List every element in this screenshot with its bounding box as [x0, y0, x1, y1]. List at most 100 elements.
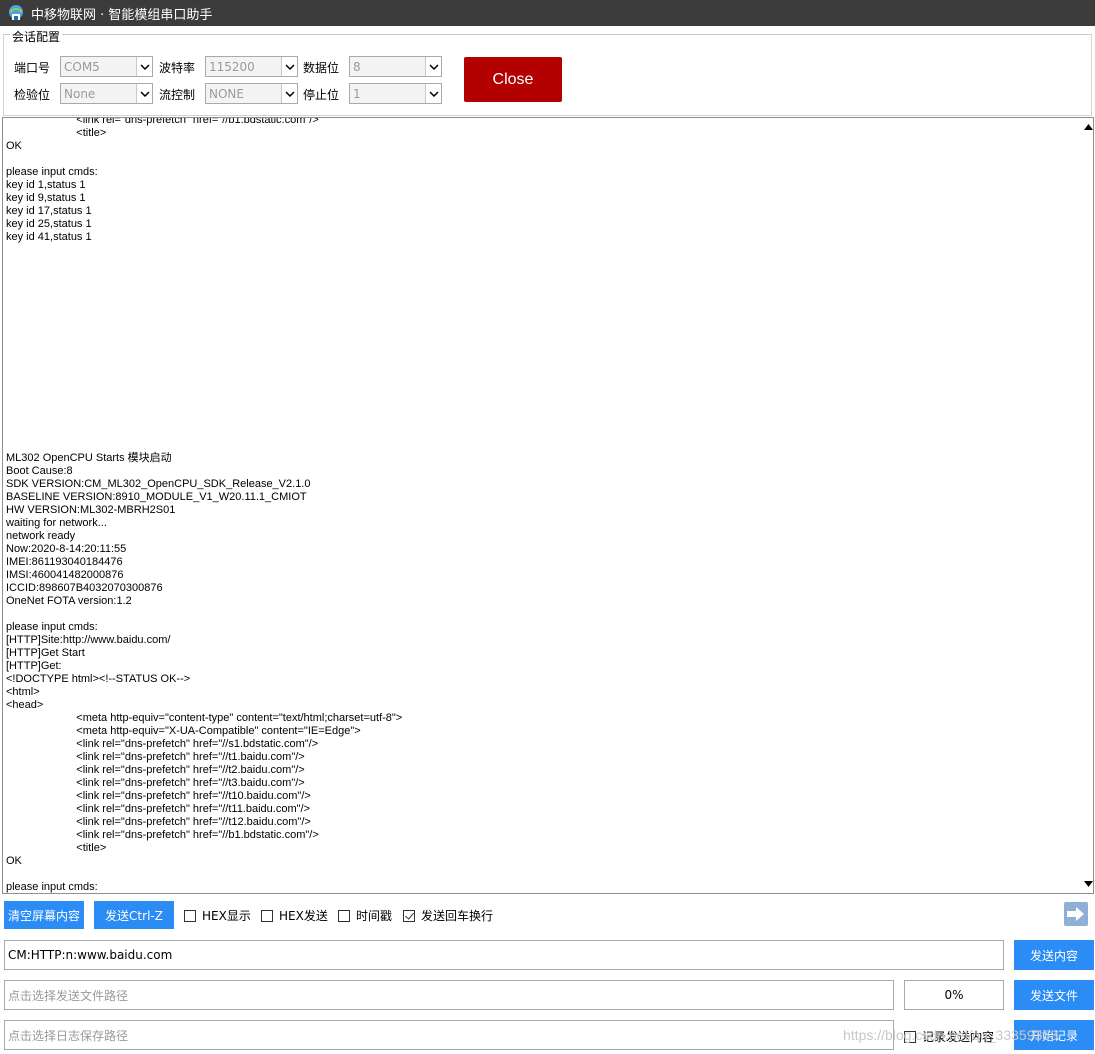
databits-value: 8 — [353, 59, 361, 74]
console-line: <link rel="dns-prefetch" href="//t12.bai… — [6, 816, 311, 828]
parity-select[interactable]: None — [60, 83, 153, 104]
console-line: <html> — [6, 686, 40, 698]
stopbits-select[interactable]: 1 — [349, 83, 442, 104]
console-line: <head> — [6, 699, 44, 711]
console-line: <link rel="dns-prefetch" href="//s1.bdst… — [6, 738, 319, 750]
send-file-button[interactable]: 发送文件 — [1014, 980, 1094, 1010]
command-input[interactable]: CM:HTTP:n:www.baidu.com — [4, 940, 1004, 970]
console-line: <meta http-equiv="content-type" content=… — [6, 712, 403, 724]
console-line: BASELINE VERSION:8910_MODULE_V1_W20.11.1… — [6, 491, 307, 503]
console-line: OK — [6, 140, 22, 152]
console-line: <link rel="dns-prefetch" href="//b1.bdst… — [6, 829, 319, 841]
stopbits-label: 停止位 — [303, 88, 340, 102]
console-line: key id 17,status 1 — [6, 205, 92, 217]
chevron-down-icon[interactable] — [425, 57, 441, 76]
baud-select[interactable]: 115200 — [205, 56, 298, 77]
chevron-down-icon[interactable] — [281, 57, 297, 76]
scroll-up-icon[interactable] — [1081, 120, 1093, 134]
watermark-text: https://blog.csdn.net/qq_33359353 — [843, 1027, 1058, 1043]
console-line: <link rel="dns-prefetch" href="//t11.bai… — [6, 803, 310, 815]
flow-select[interactable]: NONE — [205, 83, 298, 104]
console-line: <link rel="dns-prefetch" href="//t3.baid… — [6, 777, 305, 789]
parity-label: 检验位 — [14, 88, 51, 102]
send-content-button[interactable]: 发送内容 — [1014, 940, 1094, 970]
console-line: Now:2020-8-14:20:11:55 — [6, 543, 127, 555]
send-crlf-box[interactable] — [403, 909, 415, 922]
app-logo-icon — [7, 4, 25, 22]
hex-send-box[interactable] — [261, 909, 273, 922]
log-path-placeholder: 点击选择日志保存路径 — [8, 1028, 129, 1043]
console-line: ICCID:898607B4032070300876 — [6, 582, 163, 594]
chevron-down-icon[interactable] — [136, 84, 152, 103]
send-progress-text: 0% — [944, 988, 964, 1002]
baud-label: 波特率 — [159, 61, 196, 75]
window-title: 中移物联网 · 智能模组串口助手 — [31, 7, 213, 23]
port-label: 端口号 — [14, 61, 51, 75]
port-value: COM5 — [64, 59, 100, 74]
console-line: <link rel="dns-prefetch" href="//t2.baid… — [6, 764, 305, 776]
console-text: <link rel="dns-prefetch" href="//b1.bdst… — [6, 118, 1076, 893]
send-progress: 0% — [904, 980, 1004, 1010]
flow-value: NONE — [209, 86, 244, 101]
port-select[interactable]: COM5 — [60, 56, 153, 77]
close-port-button[interactable]: Close — [464, 57, 562, 102]
console-line: please input cmds: — [6, 881, 98, 893]
console-line: ML302 OpenCPU Starts 模块启动 — [6, 452, 172, 464]
title-bar: 中移物联网 · 智能模组串口助手 — [0, 0, 1095, 26]
timestamp-label: 时间戳 — [356, 909, 393, 923]
command-input-value: CM:HTTP:n:www.baidu.com — [8, 948, 173, 962]
baud-value: 115200 — [209, 59, 255, 74]
console-line: <title> — [6, 127, 107, 139]
console-scrollbar[interactable] — [1080, 118, 1093, 893]
console-line: key id 1,status 1 — [6, 179, 86, 191]
send-crlf-checkbox[interactable]: 发送回车换行 — [403, 907, 493, 924]
hex-display-box[interactable] — [184, 909, 196, 922]
session-config-legend: 会话配置 — [10, 28, 63, 45]
hex-display-checkbox[interactable]: HEX显示 — [184, 907, 251, 924]
console-line: OK — [6, 855, 22, 867]
console-line: please input cmds: — [6, 621, 98, 633]
console-line: IMSI:460041482000876 — [6, 569, 124, 581]
chevron-down-icon[interactable] — [425, 84, 441, 103]
console-output[interactable]: <link rel="dns-prefetch" href="//b1.bdst… — [2, 117, 1094, 894]
timestamp-box[interactable] — [338, 909, 350, 922]
chevron-down-icon[interactable] — [281, 84, 297, 103]
console-line: <link rel="dns-prefetch" href="//t1.baid… — [6, 751, 305, 763]
chevron-down-icon[interactable] — [136, 57, 152, 76]
log-path-input[interactable]: 点击选择日志保存路径 — [4, 1020, 894, 1050]
send-file-path-input[interactable]: 点击选择发送文件路径 — [4, 980, 894, 1010]
databits-select[interactable]: 8 — [349, 56, 442, 77]
timestamp-checkbox[interactable]: 时间戳 — [338, 907, 392, 924]
console-line: [HTTP]Get: — [6, 660, 62, 672]
console-line: OneNet FOTA version:1.2 — [6, 595, 132, 607]
arrow-right-icon[interactable] — [1064, 902, 1088, 926]
hex-send-checkbox[interactable]: HEX发送 — [261, 907, 328, 924]
console-line: HW VERSION:ML302-MBRH2S01 — [6, 504, 176, 516]
console-line: IMEI:861193040184476 — [6, 556, 123, 568]
scroll-down-icon[interactable] — [1081, 877, 1093, 891]
console-line: [HTTP]Site:http://www.baidu.com/ — [6, 634, 171, 646]
console-line: network ready — [6, 530, 76, 542]
hex-send-label: HEX发送 — [279, 909, 328, 923]
console-line: Boot Cause:8 — [6, 465, 73, 477]
console-line: SDK VERSION:CM_ML302_OpenCPU_SDK_Release… — [6, 478, 311, 490]
send-ctrl-z-button[interactable]: 发送Ctrl-Z — [94, 901, 174, 929]
parity-value: None — [64, 86, 96, 101]
console-line: <!DOCTYPE html><!--STATUS OK--> — [6, 673, 191, 685]
send-crlf-label: 发送回车换行 — [421, 909, 494, 923]
clear-screen-button[interactable]: 清空屏幕内容 — [4, 901, 84, 929]
flow-label: 流控制 — [159, 88, 196, 102]
